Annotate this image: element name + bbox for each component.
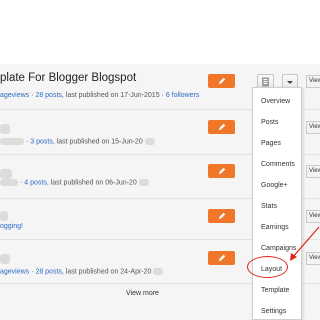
published-text: last published on 06-Jun-20	[50, 179, 137, 187]
blog-description: ogging!	[0, 223, 23, 230]
annotation-arrow	[290, 226, 320, 261]
view-blog-button[interactable]: View	[306, 165, 320, 178]
pencil-icon	[218, 77, 225, 85]
menu-item-settings[interactable]: Settings	[253, 308, 301, 315]
posts-link[interactable]: 28 posts	[35, 268, 61, 275]
menu-item-template[interactable]: Template	[253, 287, 301, 294]
document-icon	[262, 77, 269, 87]
pageviews-link[interactable]: ageviews	[0, 92, 29, 99]
published-text: last published on 17-Jun-2015	[65, 92, 160, 99]
meta-separator: ·	[161, 92, 164, 99]
blog-meta: ageviews · 28 posts, last published on 2…	[0, 268, 164, 276]
edit-button[interactable]	[208, 74, 235, 88]
blog-title[interactable]: plate For Blogger Blogspot	[0, 72, 136, 84]
followers-link[interactable]: 6 followers	[166, 92, 199, 99]
blog-meta: ageviews · 28 posts, last published on 1…	[0, 92, 199, 99]
edit-button[interactable]	[208, 120, 235, 134]
meta-separator: ·	[31, 268, 34, 276]
top-area	[0, 0, 320, 64]
posts-link[interactable]: 28 posts	[35, 92, 61, 99]
edit-button[interactable]	[208, 251, 235, 265]
menu-item-comments[interactable]: Comments	[253, 161, 301, 168]
published-text: last published on 24-Apr-20	[65, 268, 152, 276]
menu-item-stats[interactable]: Stats	[253, 203, 301, 210]
pencil-icon	[218, 123, 225, 131]
pencil-icon	[218, 167, 225, 175]
view-more-link[interactable]: View more	[126, 290, 159, 297]
blog-actions-menu: Overview Posts Pages Comments Google+ St…	[252, 87, 302, 320]
view-blog-button[interactable]: View	[306, 210, 320, 223]
blog-title-blurred[interactable]	[0, 250, 10, 268]
pencil-icon	[218, 254, 225, 262]
menu-item-posts[interactable]: Posts	[253, 119, 301, 126]
blog-meta: · 3 posts, last published on 15-Jun-20	[0, 138, 155, 145]
published-text: last published on 15-Jun-20	[56, 138, 143, 146]
meta-separator: ·	[25, 138, 29, 146]
blog-meta: · 4 posts, last published on 06-Jun-20	[0, 179, 149, 186]
menu-item-google-plus[interactable]: Google+	[253, 182, 301, 189]
menu-item-overview[interactable]: Overview	[253, 98, 301, 105]
menu-item-pages[interactable]: Pages	[253, 140, 301, 147]
posts-link[interactable]: 4 posts	[24, 179, 47, 186]
view-blog-button[interactable]: View	[306, 121, 320, 134]
meta-separator: ·	[31, 92, 34, 99]
caret-down-icon	[287, 80, 293, 84]
blog-title-blurred[interactable]	[0, 120, 10, 138]
posts-link[interactable]: 3 posts	[30, 138, 53, 145]
pencil-icon	[218, 212, 225, 220]
edit-button[interactable]	[208, 164, 235, 178]
meta-separator: ·	[19, 179, 23, 187]
edit-button[interactable]	[208, 209, 235, 223]
view-blog-button[interactable]: View	[306, 75, 320, 88]
pageviews-link[interactable]: ageviews	[0, 268, 29, 275]
